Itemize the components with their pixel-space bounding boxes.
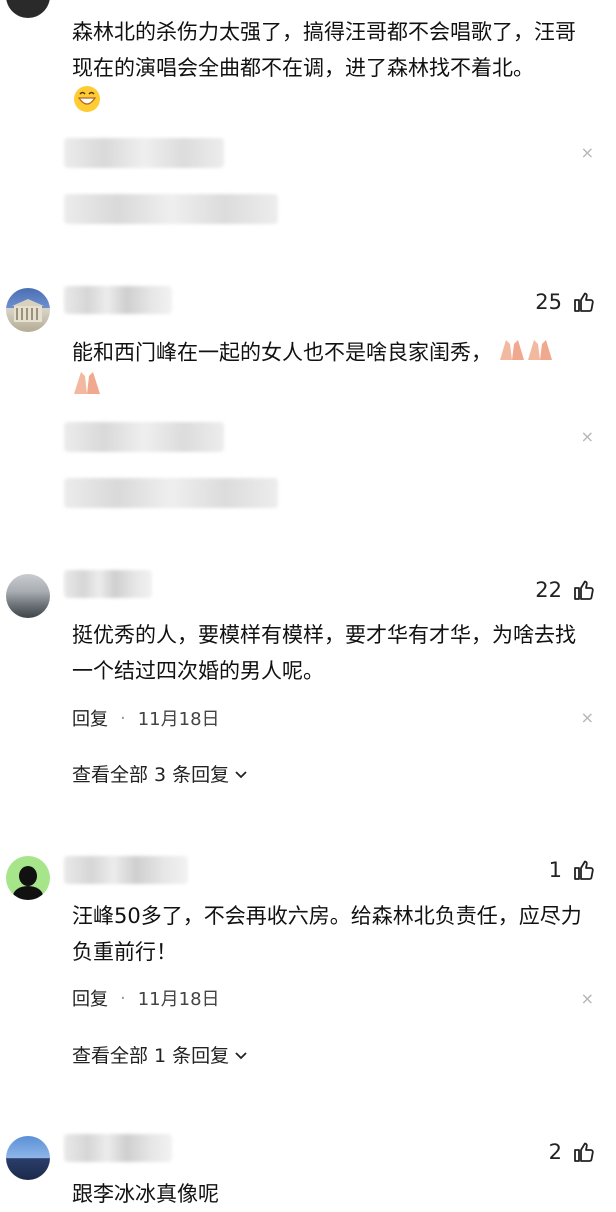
blurred-reply-line xyxy=(64,422,224,452)
chevron-down-icon xyxy=(235,770,247,778)
close-icon[interactable]: × xyxy=(581,708,594,727)
username-blurred[interactable] xyxy=(64,856,188,884)
close-icon[interactable]: × xyxy=(581,989,594,1008)
blurred-view-replies[interactable] xyxy=(64,194,278,224)
thumbs-up-icon xyxy=(574,1142,594,1162)
like-count: 22 xyxy=(535,578,562,602)
reply-button[interactable]: 回复 xyxy=(72,985,108,1011)
view-all-replies-label: 查看全部 3 条回复 xyxy=(72,764,230,786)
comment-date: 11月18日 xyxy=(137,989,220,1010)
like-count: 1 xyxy=(548,858,562,882)
username-blurred[interactable] xyxy=(64,570,152,598)
avatar[interactable] xyxy=(6,1136,50,1180)
view-all-replies-label: 查看全部 1 条回复 xyxy=(72,1045,230,1067)
grinning-emoji-icon xyxy=(72,84,102,118)
avatar[interactable] xyxy=(6,856,50,900)
comment-date: 11月18日 xyxy=(137,709,220,730)
close-icon[interactable]: × xyxy=(581,143,594,162)
comment-text: 挺优秀的人，要模样有模样，要才华有才华，为啥去找一个结过四次婚的男人呢。 xyxy=(72,623,576,683)
blurred-reply-line xyxy=(64,138,224,168)
comment-meta: 回复 · 11月18日 xyxy=(72,985,220,1011)
avatar[interactable] xyxy=(6,0,50,18)
like-count: 25 xyxy=(535,290,562,314)
comment-text: 汪峰50多了，不会再收六房。给森林北负责任，应尽力负重前行！ xyxy=(72,904,582,964)
thumbs-up-icon xyxy=(574,860,594,880)
like-button[interactable]: 22 xyxy=(535,578,596,602)
like-button[interactable]: 1 xyxy=(549,858,596,882)
blurred-view-replies[interactable] xyxy=(64,478,278,508)
pray-emoji-icon xyxy=(496,334,556,373)
comment-text: 森林北的杀伤力太强了，搞得汪哥都不会唱歌了，汪哥现在的演唱会全曲都不在调，进了森… xyxy=(72,20,576,80)
close-icon[interactable]: × xyxy=(581,427,594,446)
separator-dot: · xyxy=(120,987,126,1009)
thumbs-up-icon xyxy=(574,292,594,312)
comment-text: 跟李冰冰真像呢 xyxy=(72,1182,219,1206)
separator-dot: · xyxy=(120,707,126,729)
thumbs-up-icon xyxy=(574,580,594,600)
username-blurred[interactable] xyxy=(64,286,172,314)
pray-emoji-icon xyxy=(72,368,104,400)
like-button[interactable]: 25 xyxy=(535,290,596,314)
comment-meta: 回复 · 11月18日 xyxy=(72,705,220,731)
comment-text: 能和西门峰在一起的女人也不是啥良家闺秀， xyxy=(72,334,592,373)
like-button[interactable]: 2 xyxy=(549,1140,596,1164)
like-count: 2 xyxy=(548,1140,562,1164)
chevron-down-icon xyxy=(235,1051,247,1059)
username-blurred[interactable] xyxy=(64,1134,172,1162)
avatar[interactable] xyxy=(6,288,50,332)
view-all-replies-button[interactable]: 查看全部 1 条回复 xyxy=(72,1041,249,1068)
avatar[interactable] xyxy=(6,574,50,618)
view-all-replies-button[interactable]: 查看全部 3 条回复 xyxy=(72,760,249,787)
reply-button[interactable]: 回复 xyxy=(72,705,108,731)
